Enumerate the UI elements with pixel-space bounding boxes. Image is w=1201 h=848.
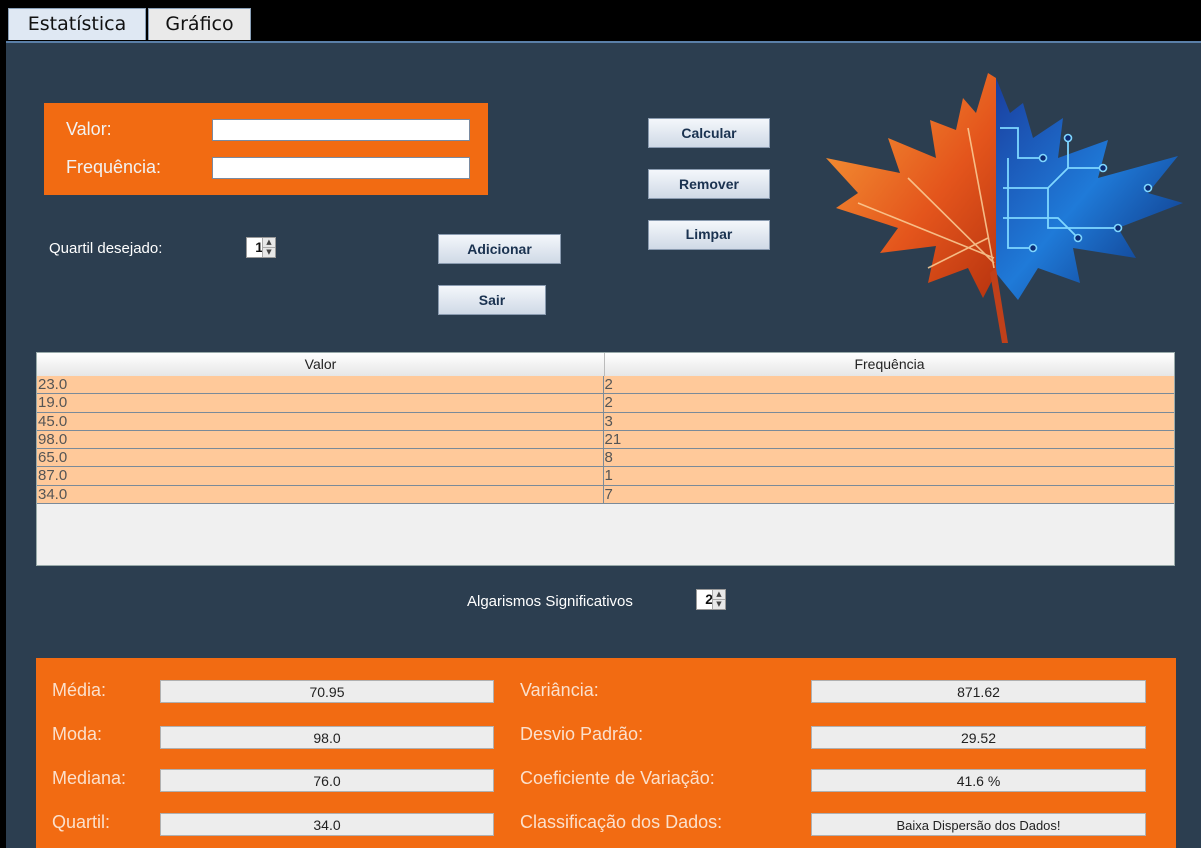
sair-button[interactable]: Sair xyxy=(438,285,546,315)
spinner-arrows-icon[interactable]: ▲ ▼ xyxy=(712,590,725,609)
cell-valor: 98.0 xyxy=(37,430,604,449)
table-row[interactable]: 34.0 7 xyxy=(37,485,1174,505)
desvio-value: 29.52 xyxy=(811,726,1146,749)
table-row[interactable]: 65.0 8 xyxy=(37,449,1174,468)
quartil-spinner[interactable]: 1 ▲ ▼ xyxy=(246,237,276,258)
algarismos-label: Algarismos Significativos xyxy=(467,593,633,610)
classificacao-label: Classificação dos Dados: xyxy=(520,812,723,832)
results-box: Média: 70.95 Moda: 98.0 Mediana: 76.0 Qu… xyxy=(36,658,1176,848)
valor-input[interactable] xyxy=(212,119,470,141)
mediana-value: 76.0 xyxy=(160,769,494,792)
algarismos-spinner[interactable]: 2 ▲ ▼ xyxy=(696,589,726,610)
table-row[interactable]: 87.0 1 xyxy=(37,467,1174,486)
table-row[interactable]: 19.0 2 xyxy=(37,394,1174,413)
tab-strip: Estatística Gráfico xyxy=(0,0,1201,43)
table-header: Valor Frequência xyxy=(37,353,1174,377)
cell-frequencia: 2 xyxy=(604,376,613,393)
table-row[interactable]: 98.0 21 xyxy=(37,430,1174,450)
coef-value: 41.6 % xyxy=(811,769,1146,792)
moda-label: Moda: xyxy=(52,724,103,744)
spinner-arrows-icon[interactable]: ▲ ▼ xyxy=(262,238,275,257)
input-box: Valor: Frequência: xyxy=(44,103,488,195)
table-body: 23.0 2 19.0 2 45.0 3 98.0 21 65.0 8 87.0 1 34.… xyxy=(37,376,1174,505)
quartil-spinner-value: 1 xyxy=(255,239,263,255)
cell-valor: 45.0 xyxy=(37,412,604,430)
limpar-button[interactable]: Limpar xyxy=(648,220,770,250)
statistics-panel: Valor: Frequência: Quartil desejado: 1 ▲… xyxy=(6,43,1201,848)
tab-estatistica[interactable]: Estatística xyxy=(8,8,146,40)
cell-frequencia: 2 xyxy=(604,394,613,412)
coef-label: Coeficiente de Variação: xyxy=(520,768,715,788)
quartil-result-label: Quartil: xyxy=(52,812,111,832)
cell-frequencia: 21 xyxy=(604,430,622,448)
cell-valor: 19.0 xyxy=(37,394,604,412)
cell-frequencia: 1 xyxy=(604,467,613,485)
quartil-result-value: 34.0 xyxy=(160,813,494,836)
tab-grafico[interactable]: Gráfico xyxy=(148,8,251,40)
remover-button[interactable]: Remover xyxy=(648,169,770,199)
frequencia-input[interactable] xyxy=(212,157,470,179)
variancia-label: Variância: xyxy=(520,680,599,700)
quartil-label: Quartil desejado: xyxy=(49,240,163,257)
cell-valor: 34.0 xyxy=(37,485,604,504)
table-row[interactable]: 23.0 2 xyxy=(37,376,1174,395)
media-value: 70.95 xyxy=(160,680,494,703)
column-header-frequencia[interactable]: Frequência xyxy=(605,353,1174,376)
frequencia-label: Frequência: xyxy=(66,157,162,177)
desvio-label: Desvio Padrão: xyxy=(520,724,644,744)
calcular-button[interactable]: Calcular xyxy=(648,118,770,148)
classificacao-value: Baixa Dispersão dos Dados! xyxy=(811,813,1146,836)
mediana-label: Mediana: xyxy=(52,768,127,788)
cell-frequencia: 8 xyxy=(604,449,613,467)
maple-leaf-circuit-logo xyxy=(826,73,1183,343)
adicionar-button[interactable]: Adicionar xyxy=(438,234,561,264)
column-header-valor[interactable]: Valor xyxy=(37,353,605,376)
cell-frequencia: 3 xyxy=(604,412,613,430)
valor-label: Valor: xyxy=(66,119,112,139)
cell-valor: 87.0 xyxy=(37,467,604,485)
cell-valor: 23.0 xyxy=(37,376,604,394)
algarismos-spinner-value: 2 xyxy=(705,591,713,607)
cell-valor: 65.0 xyxy=(37,449,604,467)
data-table[interactable]: Valor Frequência 23.0 2 19.0 2 45.0 3 98.0 2… xyxy=(36,352,1175,566)
cell-frequencia: 7 xyxy=(604,485,613,503)
variancia-value: 871.62 xyxy=(811,680,1146,703)
moda-value: 98.0 xyxy=(160,726,494,749)
table-row[interactable]: 45.0 3 xyxy=(37,412,1174,431)
media-label: Média: xyxy=(52,680,107,700)
